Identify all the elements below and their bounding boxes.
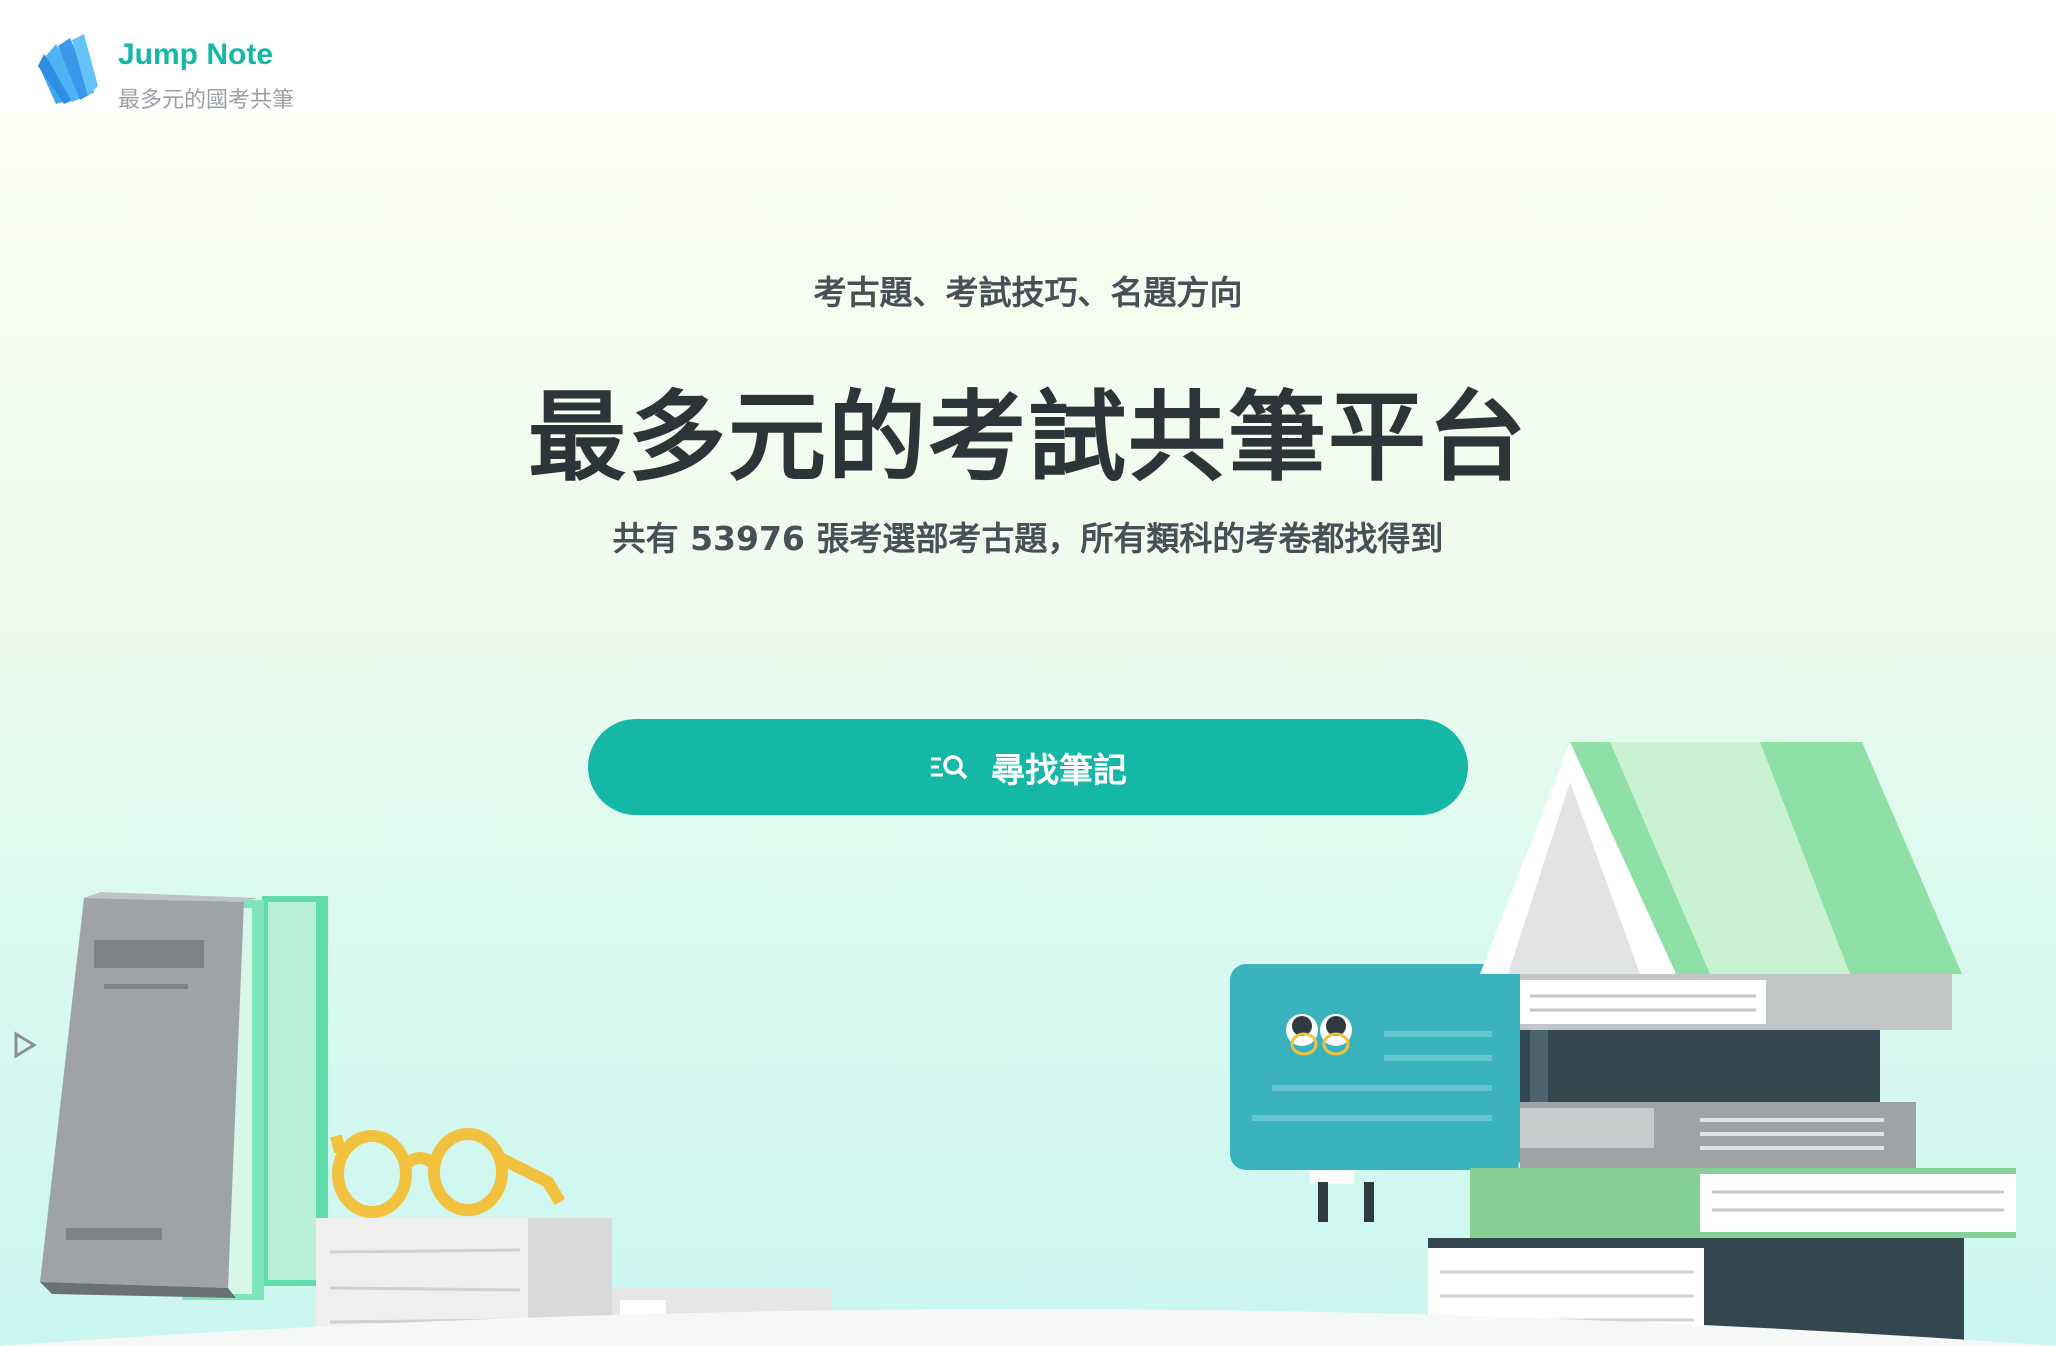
exam-count-text: 共有 53976 張考選部考古題，所有類科的考卷都找得到 [612, 519, 1444, 558]
brand-tagline: 最多元的國考共筆 [118, 88, 295, 113]
find-notes-button[interactable]: 尋找筆記 [588, 719, 1468, 815]
hero-headline: 最多元的考試共筆平台 [527, 381, 1528, 495]
search-list-icon [931, 755, 968, 780]
book-fan-logo-icon [38, 34, 98, 104]
book-stack-left-illustration [40, 892, 328, 1300]
find-notes-label: 尋找筆記 [991, 751, 1127, 790]
brand-name: Jump Note [118, 38, 274, 71]
hero-section: 考古題、考試技巧、名題方向 最多元的考試共筆平台 共有 53976 張考選部考古… [0, 112, 2056, 1346]
home-logo-link[interactable]: Jump Note 最多元的國考共筆 [0, 0, 330, 113]
hero-subtitle: 考古題、考試技巧、名題方向 [813, 273, 1243, 312]
top-navbar: Jump Note 最多元的國考共筆 [0, 0, 2056, 113]
eyeglasses-illustration [330, 1128, 566, 1218]
play-triangle-icon[interactable] [12, 1030, 38, 1060]
